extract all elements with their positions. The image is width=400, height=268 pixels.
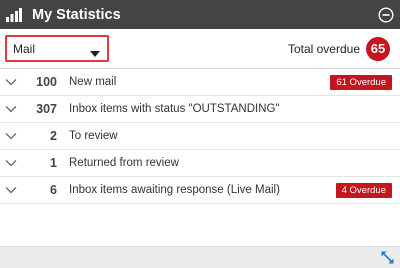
overdue-badge: 4 Overdue — [335, 182, 392, 198]
caret-down-icon — [90, 46, 100, 57]
widget-title: My Statistics — [32, 6, 121, 23]
source-select-value: Mail — [13, 41, 36, 56]
widget-footer — [0, 246, 400, 268]
minus-circle-icon[interactable] — [378, 6, 394, 23]
item-label: Returned from review — [69, 157, 179, 169]
list-item[interactable]: 307 Inbox items with status "OUTSTANDING… — [0, 96, 400, 123]
item-label: Inbox items with status "OUTSTANDING" — [69, 103, 280, 115]
item-label: New mail — [69, 76, 117, 88]
expand-icon[interactable] — [381, 251, 394, 264]
total-overdue-count: 65 — [366, 36, 390, 61]
chevron-down-icon[interactable] — [5, 78, 17, 86]
widget-header: My Statistics — [0, 0, 400, 29]
item-label: Inbox items awaiting response (Live Mail… — [69, 184, 280, 196]
chevron-down-icon[interactable] — [5, 105, 17, 113]
total-overdue-label: Total overdue — [287, 41, 360, 56]
item-count: 100 — [36, 75, 57, 89]
item-count: 307 — [36, 102, 57, 116]
overdue-badge: 61 Overdue — [330, 74, 392, 90]
list-item[interactable]: 100 New mail 61 Overdue — [0, 69, 400, 96]
list-item[interactable]: 2 To review — [0, 123, 400, 150]
chevron-down-icon[interactable] — [5, 132, 17, 140]
list-item[interactable]: 6 Inbox items awaiting response (Live Ma… — [0, 177, 400, 204]
statistics-list: 100 New mail 61 Overdue 307 Inbox items … — [0, 69, 400, 204]
list-item[interactable]: 1 Returned from review — [0, 150, 400, 177]
chevron-down-icon[interactable] — [5, 159, 17, 167]
source-select[interactable]: Mail — [5, 35, 109, 62]
bar-chart-icon — [6, 7, 22, 22]
item-count: 2 — [50, 129, 57, 143]
widget-toolbar: Mail Total overdue 65 — [0, 29, 400, 69]
item-count: 1 — [50, 156, 57, 170]
item-label: To review — [69, 130, 118, 142]
statistics-widget: My Statistics Mail Total overdue 65 100 … — [0, 0, 400, 268]
chevron-down-icon[interactable] — [5, 186, 17, 194]
item-count: 6 — [50, 183, 57, 197]
